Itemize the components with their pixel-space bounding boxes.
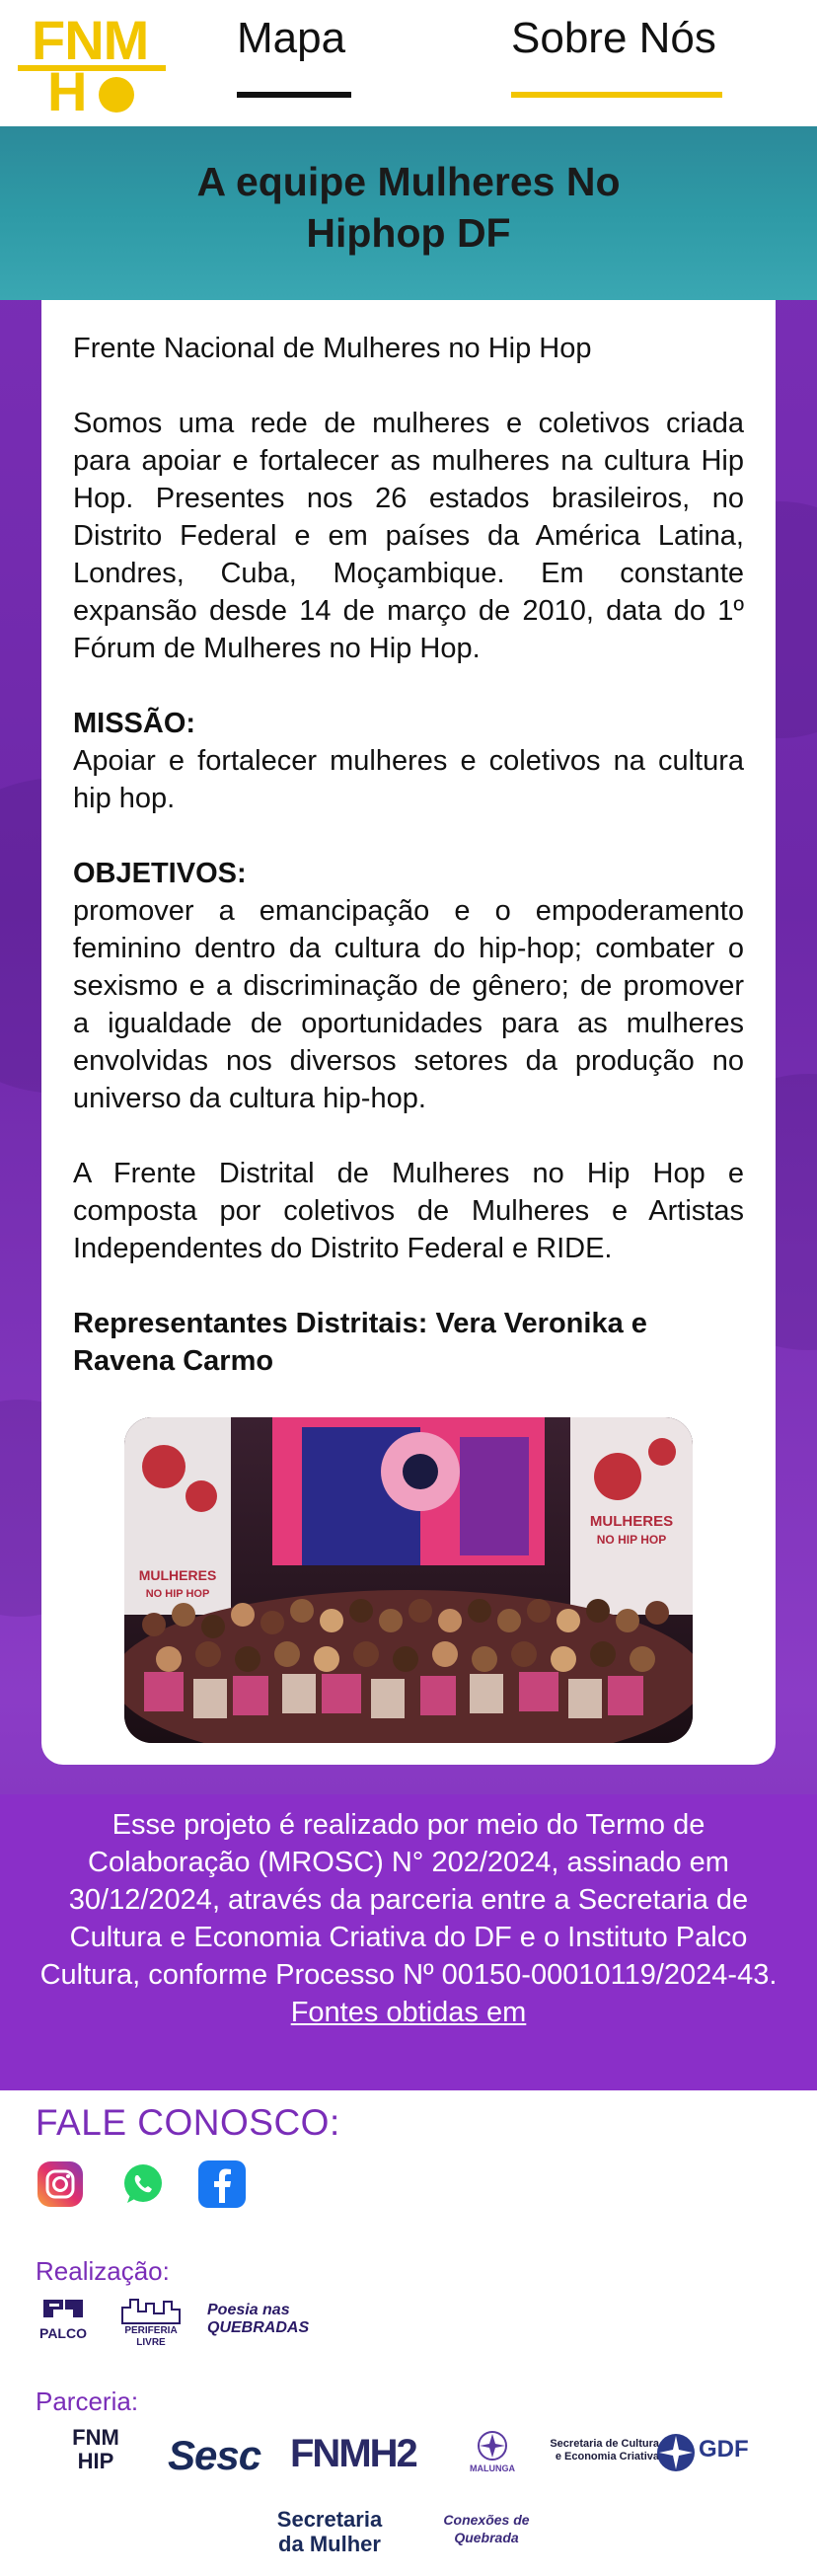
objetivos-heading: OBJETIVOS: (73, 858, 247, 889)
objetivos-text: promover a emancipação e o empoderamento… (73, 895, 744, 1114)
nav-link-sobre-nos[interactable]: Sobre Nós (511, 14, 716, 63)
svg-text:NO HIP HOP: NO HIP HOP (597, 1533, 666, 1547)
facebook-icon[interactable] (197, 2159, 247, 2209)
sesc-logo: Sesc (168, 2432, 261, 2478)
malunga-logo: MALUNGA (468, 2428, 517, 2481)
footer-legal-text: Esse projeto é realizado por meio do Ter… (39, 1809, 778, 1991)
page-title: A equipe Mulheres No Hiphop DF (196, 159, 621, 256)
fnmh2-logo: FNMH2 (290, 2432, 418, 2475)
realizacao-label: Realização: (36, 2256, 170, 2286)
intro-text: Frente Nacional de Mulheres no Hip Hop (73, 333, 592, 364)
content-card: Frente Nacional de Mulheres no Hip Hop S… (41, 300, 776, 1765)
objetivos-section: OBJETIVOS: promover a emancipação e o em… (73, 855, 744, 1117)
fontes-link[interactable]: Fontes obtidas em (291, 1997, 527, 2028)
svg-text:MULHERES: MULHERES (590, 1513, 673, 1530)
svg-text:MULHERES: MULHERES (139, 1567, 217, 1583)
project-footer-text: Esse projeto é realizado por meio do Ter… (30, 1806, 787, 2031)
palco-logo: PALCO (36, 2296, 91, 2347)
instagram-icon[interactable] (36, 2159, 85, 2209)
whatsapp-icon[interactable] (118, 2159, 168, 2209)
nav-link-mapa[interactable]: Mapa (237, 14, 345, 63)
missao-heading: MISSÃO: (73, 708, 196, 739)
periferia-livre-logo: PERIFERIA LIVRE (118, 2296, 184, 2349)
site-header: FNM H P Mapa Sobre Nós (0, 0, 817, 187)
parceria-label: Parceria: (36, 2387, 139, 2416)
gdf-logo: GDF (655, 2432, 758, 2475)
missao-section: MISSÃO: Apoiar e fortalecer mulheres e c… (73, 705, 744, 817)
fale-conosco-heading: FALE CONOSCO: (36, 2102, 340, 2143)
secretaria-cultura-logo: Secretaria de Cultura e Economia Criativ… (550, 2438, 659, 2462)
distrital-text: A Frente Distrital de Mulheres no Hip Ho… (73, 1158, 744, 1264)
conexoes-de-quebrada-logo: Conexões de Quebrada (443, 2512, 530, 2545)
group-photo: MULHERES NO HIP HOP MULHERES NO HIP HOP (124, 1417, 693, 1743)
poesia-nas-quebradas-logo: Poesia nas QUEBRADAS (207, 2302, 310, 2336)
secretaria-da-mulher-logo: Secretaria da Mulher (276, 2507, 383, 2556)
about-text: Somos uma rede de mulheres e coletivos c… (73, 408, 744, 664)
group-photo-image: MULHERES NO HIP HOP MULHERES NO HIP HOP (124, 1417, 693, 1743)
fnm-hip-logo-partner: FNM HIP (72, 2425, 119, 2473)
content-text: Frente Nacional de Mulheres no Hip Hop S… (73, 330, 744, 1417)
nav-mapa-underline (237, 92, 351, 98)
representantes-text: Representantes Distritais: Vera Veronika… (73, 1308, 647, 1377)
missao-text: Apoiar e fortalecer mulheres e coletivos… (73, 745, 744, 814)
fnm-hip-hop-logo[interactable]: FNM H P (18, 8, 171, 187)
svg-text:NO HIP HOP: NO HIP HOP (146, 1588, 210, 1600)
nav-sobre-active-underline (511, 92, 722, 98)
